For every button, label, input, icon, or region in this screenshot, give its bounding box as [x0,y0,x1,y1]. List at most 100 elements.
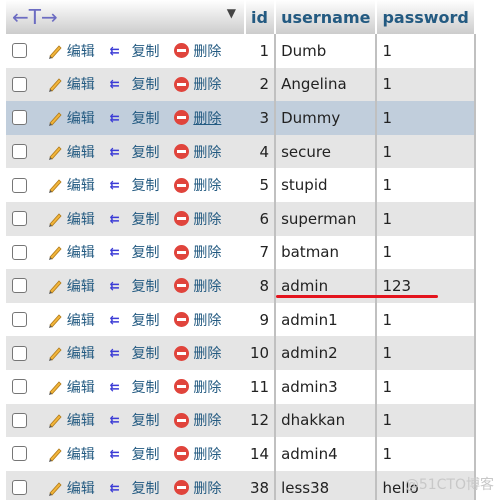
cell-id[interactable]: 9 [245,302,277,337]
table-row[interactable]: 编辑 ⇇ 复制 删除 12 dhakkan 1 [6,403,476,438]
table-row[interactable]: 编辑 ⇇ 复制 删除 9 admin1 1 [6,302,476,337]
row-checkbox[interactable] [12,379,27,395]
delete-link[interactable]: 删除 [193,413,221,429]
copy-link[interactable]: 复制 [132,44,160,60]
row-checkbox[interactable] [12,144,27,160]
copy-link[interactable]: 复制 [132,447,160,463]
row-checkbox[interactable] [12,446,27,462]
cell-id[interactable]: 38 [245,470,277,500]
cell-password[interactable]: 1 [376,67,476,102]
cell-id[interactable]: 10 [245,336,277,370]
copy-link[interactable]: 复制 [132,77,160,93]
cell-id[interactable]: 6 [245,201,277,236]
cell-id[interactable]: 7 [245,235,277,270]
cell-username[interactable]: admin1 [275,302,378,337]
edit-link[interactable]: 编辑 [67,481,95,497]
cell-username[interactable]: secure [275,134,378,169]
cell-username[interactable]: admin2 [275,336,378,370]
delete-link[interactable]: 删除 [193,145,221,161]
cell-password[interactable]: 1 [376,336,476,370]
delete-link[interactable]: 删除 [193,77,221,93]
cell-username[interactable]: Dummy [275,101,378,135]
delete-link[interactable]: 删除 [193,279,221,295]
cell-id[interactable]: 12 [245,403,277,438]
delete-link[interactable]: 删除 [193,313,221,329]
cell-username[interactable]: dhakkan [275,403,378,438]
column-resize-arrows-icon[interactable]: ←T→ [12,5,58,29]
cell-username[interactable]: stupid [275,168,378,202]
cell-id[interactable]: 2 [245,67,277,102]
edit-link[interactable]: 编辑 [67,212,95,228]
copy-link[interactable]: 复制 [132,279,160,295]
edit-link[interactable]: 编辑 [67,111,95,127]
row-checkbox[interactable] [12,76,27,92]
copy-link[interactable]: 复制 [132,145,160,161]
delete-link[interactable]: 删除 [193,178,221,194]
copy-link[interactable]: 复制 [132,212,160,228]
column-controls-header[interactable]: ←T→ ▼ [6,0,246,34]
table-row[interactable]: 编辑 ⇇ 复制 删除 1 Dumb 1 [6,34,476,68]
cell-username[interactable]: superman [275,201,378,236]
row-checkbox[interactable] [12,278,27,294]
row-checkbox[interactable] [12,480,27,496]
cell-id[interactable]: 8 [245,269,277,303]
table-row[interactable]: 编辑 ⇇ 复制 删除 2 Angelina 1 [6,67,476,102]
edit-link[interactable]: 编辑 [67,178,95,194]
cell-username[interactable]: admin3 [275,369,378,404]
cell-username[interactable]: admin4 [275,437,378,471]
column-header-username[interactable]: username [275,0,378,34]
table-row[interactable]: 编辑 ⇇ 复制 删除 11 admin3 1 [6,369,476,404]
table-row[interactable]: 编辑 ⇇ 复制 删除 6 superman 1 [6,201,476,236]
edit-link[interactable]: 编辑 [67,346,95,362]
cell-password[interactable]: 1 [376,34,476,68]
column-header-password[interactable]: password [376,0,476,34]
delete-link[interactable]: 删除 [193,346,221,362]
copy-link[interactable]: 复制 [132,245,160,261]
edit-link[interactable]: 编辑 [67,279,95,295]
table-row[interactable]: 编辑 ⇇ 复制 删除 5 stupid 1 [6,168,476,202]
edit-link[interactable]: 编辑 [67,44,95,60]
cell-password[interactable]: 1 [376,101,476,135]
table-row[interactable]: 编辑 ⇇ 复制 删除 14 admin4 1 [6,437,476,471]
copy-link[interactable]: 复制 [132,111,160,127]
edit-link[interactable]: 编辑 [67,245,95,261]
copy-link[interactable]: 复制 [132,178,160,194]
delete-link[interactable]: 删除 [193,380,221,396]
copy-link[interactable]: 复制 [132,380,160,396]
cell-password[interactable]: 1 [376,369,476,404]
edit-link[interactable]: 编辑 [67,77,95,93]
copy-link[interactable]: 复制 [132,413,160,429]
delete-link[interactable]: 删除 [193,481,221,497]
table-row[interactable]: 编辑 ⇇ 复制 删除 3 Dummy 1 [6,101,476,135]
edit-link[interactable]: 编辑 [67,380,95,396]
row-checkbox[interactable] [12,345,27,361]
cell-username[interactable]: less38 [275,470,378,500]
cell-username[interactable]: Angelina [275,67,378,102]
table-row[interactable]: 编辑 ⇇ 复制 删除 4 secure 1 [6,134,476,169]
row-checkbox[interactable] [12,244,27,260]
row-checkbox[interactable] [12,412,27,428]
delete-link[interactable]: 删除 [193,111,221,127]
copy-link[interactable]: 复制 [132,313,160,329]
table-row[interactable]: 编辑 ⇇ 复制 删除 7 batman 1 [6,235,476,270]
cell-username[interactable]: batman [275,235,378,270]
cell-password[interactable]: 1 [376,168,476,202]
edit-link[interactable]: 编辑 [67,145,95,161]
copy-link[interactable]: 复制 [132,346,160,362]
edit-link[interactable]: 编辑 [67,413,95,429]
row-checkbox[interactable] [12,177,27,193]
cell-password[interactable]: 1 [376,201,476,236]
table-row[interactable]: 编辑 ⇇ 复制 删除 10 admin2 1 [6,336,476,370]
cell-id[interactable]: 14 [245,437,277,471]
delete-link[interactable]: 删除 [193,447,221,463]
delete-link[interactable]: 删除 [193,212,221,228]
row-checkbox[interactable] [12,43,27,59]
sort-dropdown-icon[interactable]: ▼ [227,6,236,20]
cell-username[interactable]: Dumb [275,34,378,68]
cell-password[interactable]: 1 [376,403,476,438]
copy-link[interactable]: 复制 [132,481,160,497]
row-checkbox[interactable] [12,312,27,328]
delete-link[interactable]: 删除 [193,44,221,60]
row-checkbox[interactable] [12,211,27,227]
edit-link[interactable]: 编辑 [67,447,95,463]
